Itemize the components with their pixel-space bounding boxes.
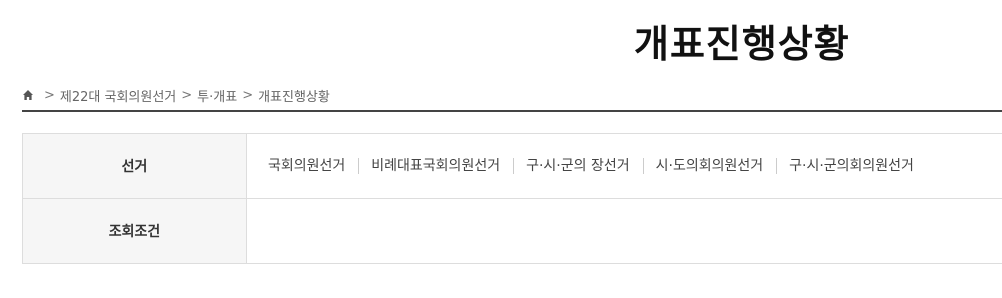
breadcrumb-voting-counting[interactable]: 투·개표 bbox=[197, 86, 237, 105]
breadcrumb-separator: > bbox=[181, 87, 193, 103]
condition-row: 조회조건 bbox=[22, 199, 1002, 264]
condition-area bbox=[247, 199, 1002, 263]
home-icon[interactable] bbox=[22, 89, 34, 101]
election-tab-national-assembly[interactable]: 국회의원선거 bbox=[255, 156, 358, 176]
election-tab-list: 국회의원선거 비례대표국회의원선거 구·시·군의 장선거 시·도의회의원선거 구… bbox=[247, 134, 1002, 198]
breadcrumb-separator: > bbox=[242, 87, 254, 103]
breadcrumb: > 제22대 국회의원선거 > 투·개표 > 개표진행상황 bbox=[22, 84, 330, 106]
election-tab-district-council[interactable]: 구·시·군의회의원선거 bbox=[776, 156, 927, 176]
election-row: 선거 국회의원선거 비례대표국회의원선거 구·시·군의 장선거 시·도의회의원선… bbox=[22, 134, 1002, 199]
election-label: 선거 bbox=[22, 134, 247, 198]
election-tab-provincial-council[interactable]: 시·도의회의원선거 bbox=[642, 156, 777, 176]
election-tab-district-head[interactable]: 구·시·군의 장선거 bbox=[513, 156, 643, 176]
breadcrumb-separator: > bbox=[44, 87, 55, 103]
breadcrumb-counting-status[interactable]: 개표진행상황 bbox=[258, 86, 330, 105]
breadcrumb-election[interactable]: 제22대 국회의원선거 bbox=[60, 86, 176, 105]
condition-label: 조회조건 bbox=[22, 199, 247, 263]
search-table: 선거 국회의원선거 비례대표국회의원선거 구·시·군의 장선거 시·도의회의원선… bbox=[22, 133, 1002, 264]
election-tab-proportional[interactable]: 비례대표국회의원선거 bbox=[358, 156, 513, 176]
page-title: 개표진행상황 bbox=[634, 22, 850, 66]
title-divider bbox=[22, 110, 1002, 112]
